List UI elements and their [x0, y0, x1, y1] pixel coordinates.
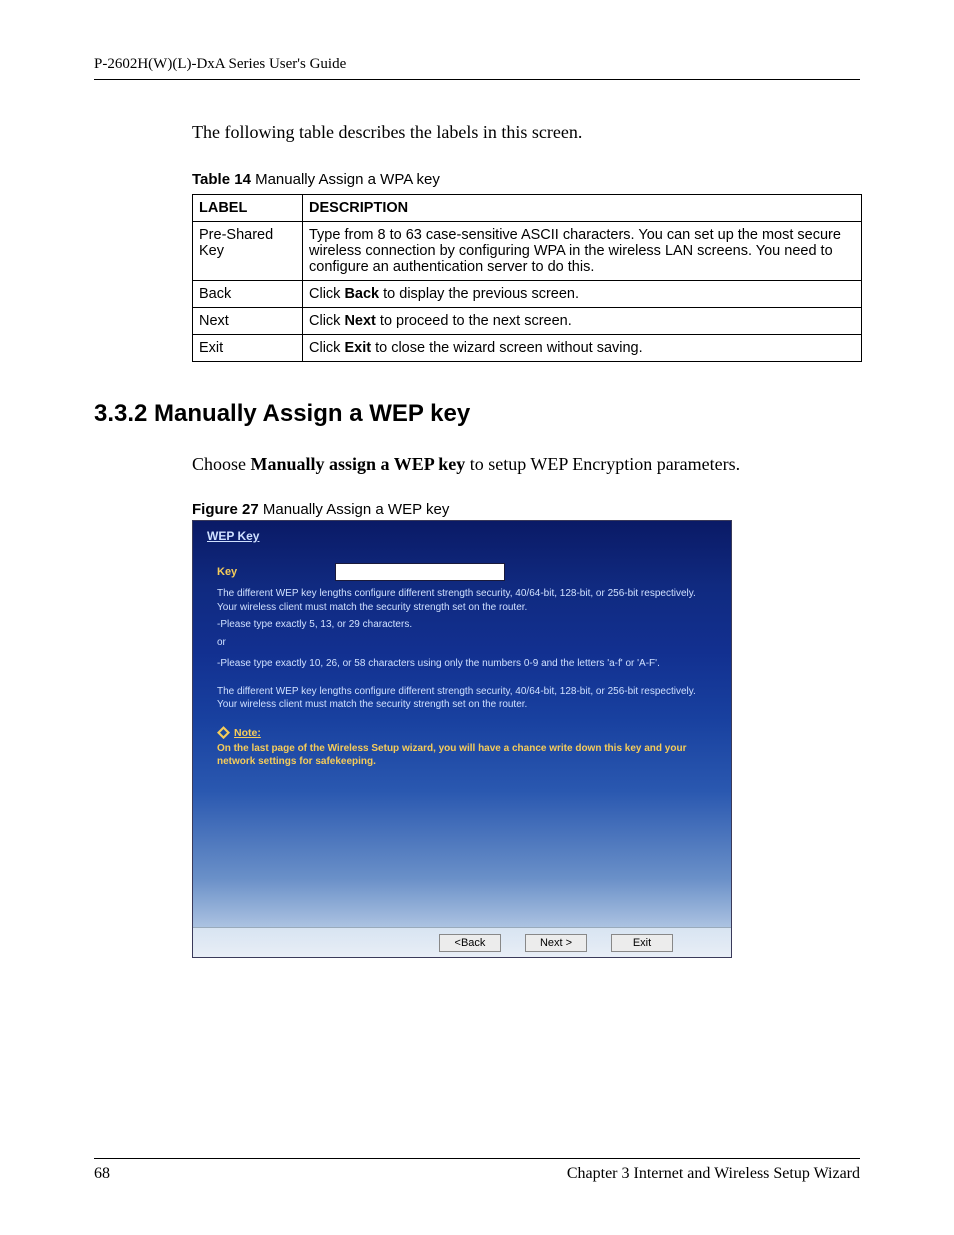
running-header: P-2602H(W)(L)-DxA Series User's Guide [94, 56, 860, 80]
back-button[interactable]: <Back [439, 934, 501, 952]
wep-key-wizard: WEP Key Key The different WEP key length… [192, 520, 732, 958]
cell-label: Pre-Shared Key [193, 222, 303, 281]
wizard-title: WEP Key [193, 521, 731, 543]
chapter-label: Chapter 3 Internet and Wireless Setup Wi… [567, 1165, 860, 1183]
cell-desc: Type from 8 to 63 case-sensitive ASCII c… [303, 222, 862, 281]
note-icon [217, 726, 230, 739]
caption-number: Figure 27 [192, 501, 259, 518]
table-14-caption: Table 14 Manually Assign a WPA key [192, 171, 860, 188]
wizard-footer: <Back Next > Exit [193, 927, 731, 957]
key-label: Key [217, 565, 335, 580]
table-row: Next Click Next to proceed to the next s… [193, 308, 862, 335]
wizard-help-text-3: -Please type exactly 10, 26, or 58 chara… [217, 657, 707, 671]
exit-button[interactable]: Exit [611, 934, 673, 952]
page-number: 68 [94, 1165, 110, 1183]
cell-desc: Click Exit to close the wizard screen wi… [303, 335, 862, 362]
wep-key-input[interactable] [335, 563, 505, 581]
note-label: Note: [234, 726, 261, 740]
caption-text: Manually Assign a WPA key [251, 171, 440, 188]
cell-desc: Click Back to display the previous scree… [303, 281, 862, 308]
figure-27-caption: Figure 27 Manually Assign a WEP key [192, 501, 860, 518]
table-14: LABEL DESCRIPTION Pre-Shared Key Type fr… [192, 194, 862, 362]
cell-label: Back [193, 281, 303, 308]
wizard-help-text-4: The different WEP key lengths configure … [217, 685, 707, 712]
cell-label: Next [193, 308, 303, 335]
cell-label: Exit [193, 335, 303, 362]
caption-number: Table 14 [192, 171, 251, 188]
table-row: Back Click Back to display the previous … [193, 281, 862, 308]
cell-desc: Click Next to proceed to the next screen… [303, 308, 862, 335]
th-description: DESCRIPTION [303, 195, 862, 222]
page-footer: 68 Chapter 3 Internet and Wireless Setup… [94, 1158, 860, 1183]
note-body: On the last page of the Wireless Setup w… [217, 742, 707, 769]
table-row: Exit Click Exit to close the wizard scre… [193, 335, 862, 362]
table-header-row: LABEL DESCRIPTION [193, 195, 862, 222]
table-row: Pre-Shared Key Type from 8 to 63 case-se… [193, 222, 862, 281]
choose-paragraph: Choose Manually assign a WEP key to setu… [192, 454, 860, 475]
th-label: LABEL [193, 195, 303, 222]
next-button[interactable]: Next > [525, 934, 587, 952]
caption-text: Manually Assign a WEP key [259, 501, 450, 518]
wizard-help-text-2: -Please type exactly 5, 13, or 29 charac… [217, 618, 707, 632]
wizard-help-text-1: The different WEP key lengths configure … [217, 587, 707, 614]
intro-paragraph: The following table describes the labels… [192, 122, 860, 143]
section-heading: 3.3.2 Manually Assign a WEP key [94, 400, 860, 428]
wizard-or-text: or [217, 636, 707, 650]
